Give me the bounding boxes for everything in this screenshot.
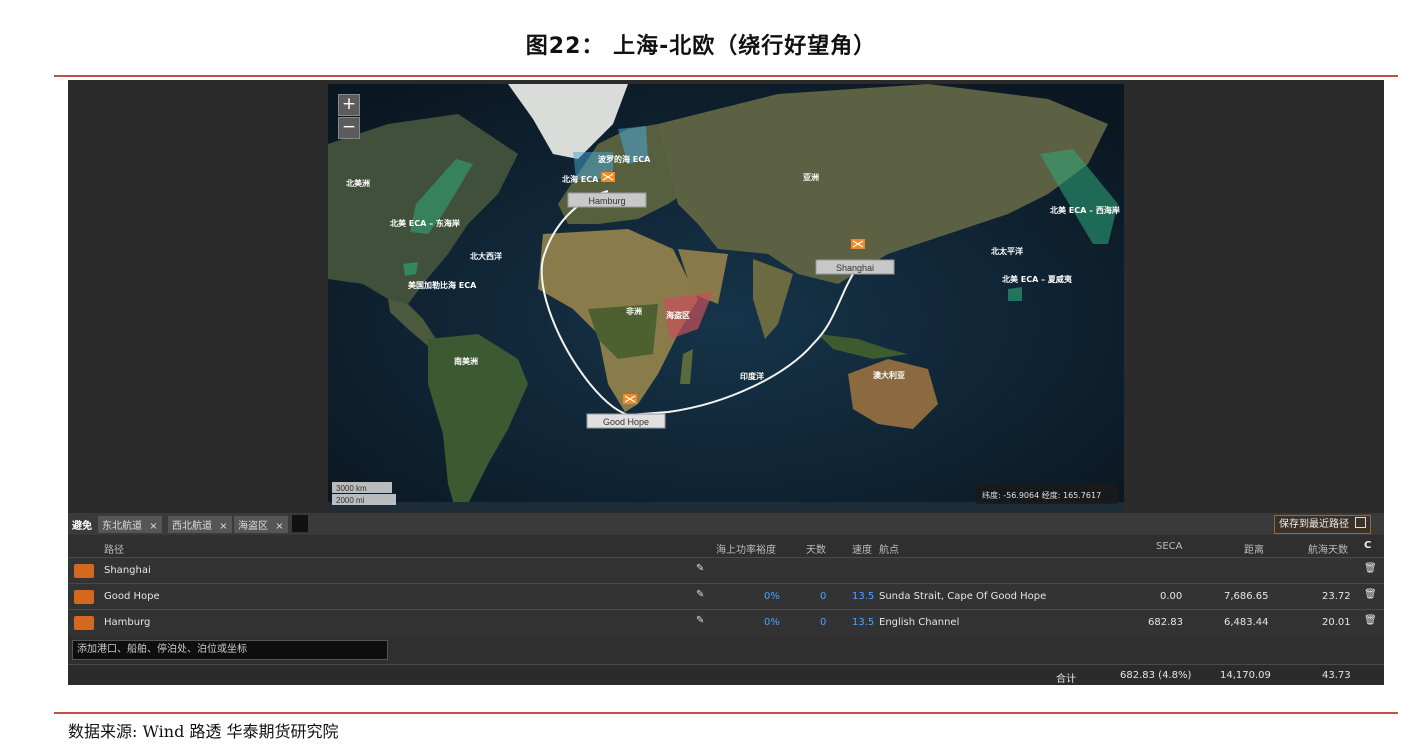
save-route-label: 保存到最近路径 (1279, 519, 1349, 530)
shanghai-port-label: Shanghai (836, 263, 874, 273)
hamburg-port-label: Hamburg (588, 196, 625, 206)
header-seca: SECA (1156, 541, 1183, 552)
row-distance: 7,686.65 (1224, 591, 1269, 602)
scale-mi: 2000 mi (336, 496, 365, 505)
bottom-rule (54, 712, 1398, 714)
zoom-in-button[interactable]: + (338, 94, 360, 116)
good-hope-flag-icon (623, 394, 637, 404)
pencil-icon[interactable]: ✎ (696, 563, 704, 574)
label-north-atlantic: 北大西洋 (470, 251, 502, 261)
row-waypoints: Sunda Strait, Cape Of Good Hope (879, 591, 1047, 602)
row-name: Good Hope (104, 591, 160, 602)
row-distance: 6,483.44 (1224, 617, 1269, 628)
header-distance: 距离 (1244, 545, 1264, 556)
row-speed[interactable]: 13.5 (852, 617, 874, 628)
save-route-button[interactable]: 保存到最近路径 (1274, 515, 1372, 534)
total-sea-days: 43.73 (1322, 670, 1351, 681)
scale-km: 3000 km (336, 484, 367, 493)
tag-piracy-label: 海盗区 (238, 521, 268, 532)
row-speed[interactable]: 13.5 (852, 591, 874, 602)
header-speed: 速度 (852, 545, 872, 556)
row-days[interactable]: 0 (820, 591, 826, 602)
trash-icon[interactable]: 🗑 (1364, 589, 1377, 600)
row-sea-days: 23.72 (1322, 591, 1351, 602)
row-days[interactable]: 0 (820, 617, 826, 628)
trash-icon[interactable]: 🗑 (1364, 563, 1377, 574)
avoid-input[interactable] (292, 515, 308, 532)
label-north-america: 北美洲 (346, 178, 370, 188)
table-row[interactable]: Hamburg ✎ 0% 0 13.5 English Channel 682.… (68, 609, 1384, 636)
flag-icon[interactable] (74, 564, 94, 578)
shanghai-flag-icon (851, 239, 865, 249)
row-margin[interactable]: 0% (764, 617, 780, 628)
avoid-toolbar: 避免 东北航道 × 西北航道 × 海盗区 × 保存到最近路径 (68, 513, 1384, 535)
pencil-icon[interactable]: ✎ (696, 615, 704, 626)
pencil-icon[interactable]: ✎ (696, 589, 704, 600)
label-north-pacific: 北太平洋 (991, 246, 1023, 256)
tag-northwest[interactable]: 西北航道 × (168, 516, 232, 533)
header-sea-days: 航海天数 (1308, 545, 1348, 556)
flag-icon[interactable] (74, 616, 94, 630)
close-icon[interactable]: × (149, 521, 157, 532)
good-hope-port-label: Good Hope (603, 417, 649, 427)
total-distance: 14,170.09 (1220, 670, 1271, 681)
avoid-label: 避免 (72, 521, 92, 532)
route-table: 路径 海上功率裕度 天数 速度 航点 SECA 距离 航海天数 C Shangh… (68, 535, 1384, 685)
coord-readout: 纬度: -56.9064 经度: 165.7617 (982, 490, 1101, 500)
row-seca: 682.83 (1148, 617, 1183, 628)
label-north-sea-eca: 北海 ECA (562, 174, 599, 184)
header-days: 天数 (806, 545, 826, 556)
us-caribbean-eca-zone (403, 262, 418, 276)
close-icon[interactable]: × (219, 521, 227, 532)
label-baltic-eca: 波罗的海 ECA (598, 154, 651, 164)
tag-northeast-label: 东北航道 (102, 521, 142, 532)
label-africa: 非洲 (626, 306, 642, 316)
figure-title: 图22： 上海-北欧（绕行好望角） (525, 34, 877, 59)
refresh-icon[interactable]: C (1364, 540, 1371, 551)
map-view[interactable]: Hamburg Shanghai Good Hope 北美洲 北美 ECA – … (328, 84, 1124, 512)
label-australia: 澳大利亚 (873, 370, 905, 380)
label-indian-ocean: 印度洋 (740, 371, 764, 381)
zoom-out-button[interactable]: − (338, 117, 360, 139)
hawaii-eca-zone (1008, 287, 1022, 301)
save-icon (1355, 517, 1367, 528)
header-waypoints: 航点 (879, 545, 899, 556)
world-map: Hamburg Shanghai Good Hope 北美洲 北美 ECA – … (328, 84, 1124, 512)
table-row[interactable]: Shanghai ✎ 🗑 (68, 557, 1384, 584)
label-asia: 亚洲 (803, 173, 819, 182)
row-margin[interactable]: 0% (764, 591, 780, 602)
add-waypoint-input[interactable]: 添加港口、船舶、停泊处、泊位或坐标 (72, 640, 388, 660)
trash-icon[interactable]: 🗑 (1364, 615, 1377, 626)
tag-piracy[interactable]: 海盗区 × (234, 516, 288, 533)
tag-northwest-label: 西北航道 (172, 521, 212, 532)
label-na-eca-west: 北美 ECA – 西海岸 (1050, 205, 1120, 215)
row-name: Shanghai (104, 565, 151, 576)
label-south-america: 南美洲 (454, 356, 478, 366)
row-sea-days: 20.01 (1322, 617, 1351, 628)
header-route: 路径 (104, 545, 124, 556)
header-margin: 海上功率裕度 (716, 545, 776, 556)
label-us-caribbean-eca: 美国加勒比海 ECA (408, 280, 477, 290)
total-seca: 682.83 (4.8%) (1120, 670, 1192, 681)
tag-northeast[interactable]: 东北航道 × (98, 516, 162, 533)
totals-row: 合计 682.83 (4.8%) 14,170.09 43.73 (68, 664, 1384, 685)
close-icon[interactable]: × (275, 521, 283, 532)
flag-icon[interactable] (74, 590, 94, 604)
row-name: Hamburg (104, 617, 151, 628)
row-seca: 0.00 (1160, 591, 1183, 602)
row-waypoints: English Channel (879, 617, 960, 628)
label-na-eca-hawaii: 北美 ECA – 夏威夷 (1002, 274, 1072, 284)
label-na-eca-east: 北美 ECA – 东海岸 (390, 218, 460, 228)
top-rule (54, 75, 1398, 77)
total-label: 合计 (1056, 674, 1076, 685)
source-note: 数据来源: Wind 路透 华泰期货研究院 (68, 722, 339, 741)
table-row[interactable]: Good Hope ✎ 0% 0 13.5 Sunda Strait, Cape… (68, 583, 1384, 610)
hamburg-flag-icon (601, 172, 615, 182)
label-piracy-zone: 海盗区 (666, 310, 690, 320)
